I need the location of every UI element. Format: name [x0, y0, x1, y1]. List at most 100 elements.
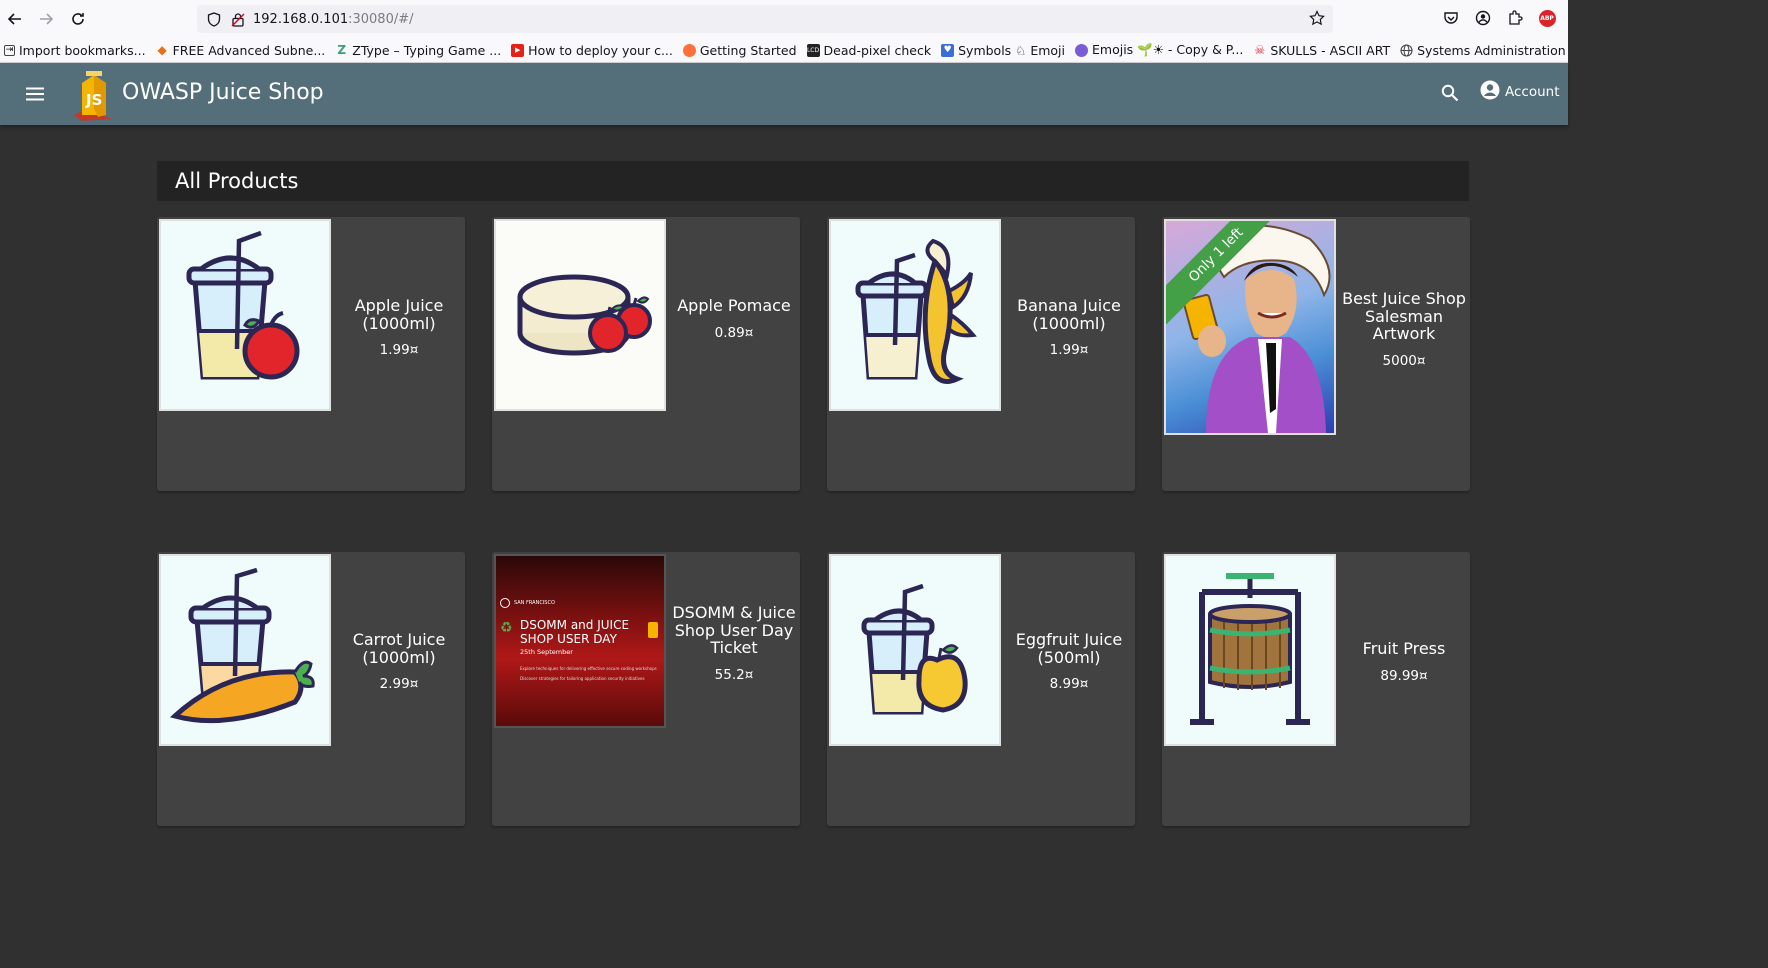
insecure-lock-icon[interactable]	[229, 10, 247, 28]
firefox-icon	[682, 43, 696, 57]
shield-icon[interactable]	[205, 10, 223, 28]
product-price: 1.99¤	[379, 342, 419, 358]
stock-badge: Only 1 left	[1166, 221, 1286, 325]
bookmark-item[interactable]: LCD Dead-pixel check	[806, 42, 932, 58]
globe-icon	[1400, 43, 1413, 57]
owasp-logo-icon	[500, 598, 510, 608]
product-card[interactable]: Eggfruit Juice (500ml) 8.99¤	[827, 552, 1135, 826]
svg-text:JS: JS	[85, 91, 102, 109]
product-card[interactable]: Fruit Press 89.99¤	[1162, 552, 1470, 826]
juice-shop-logo[interactable]: JS	[72, 69, 116, 121]
bookmark-label: SKULLS - ASCII ART	[1270, 42, 1391, 58]
bookmark-label: How to deploy your c...	[528, 42, 673, 58]
url-host: 192.168.0.101	[253, 11, 349, 27]
product-info: Banana Juice (1000ml) 1.99¤	[1005, 297, 1133, 358]
ticket-line-1: Explore techniques for delivering effect…	[520, 666, 657, 671]
bookmark-label: Systems Administration	[1417, 42, 1566, 58]
subnet-icon: ◆	[157, 43, 167, 57]
browser-extensions: ABP	[1440, 5, 1558, 31]
product-card[interactable]: Only 1 left Best Juice Shop Salesman Art…	[1162, 217, 1470, 491]
product-card[interactable]: Apple Juice (1000ml) 1.99¤	[157, 217, 465, 491]
bookmark-label: Emojis 🌱☀ - Copy & P...	[1092, 42, 1244, 57]
lcd-icon: LCD	[806, 43, 820, 57]
bookmark-item[interactable]: ⇥ Import bookmarks...	[4, 43, 146, 58]
section-header: All Products	[157, 161, 1469, 201]
adblock-plus-icon[interactable]: ABP	[1536, 5, 1558, 31]
browser-toolbar: 192.168.0.101:30080/#/ ABP	[0, 0, 1568, 38]
product-card[interactable]: Carrot Juice (1000ml) 2.99¤	[157, 552, 465, 826]
carrot-juice-image[interactable]	[159, 554, 331, 746]
stock-badge-wrapper: Only 1 left	[1166, 221, 1286, 341]
ticket-header: SAN FRANCISCO	[500, 598, 555, 608]
bookmark-item[interactable]: ☠ SKULLS - ASCII ART	[1253, 43, 1390, 58]
product-card[interactable]: Banana Juice (1000ml) 1.99¤	[827, 217, 1135, 491]
bookmark-star-icon[interactable]	[1309, 10, 1325, 30]
product-name: DSOMM & Juice Shop User Day Ticket	[672, 603, 796, 657]
product-name: Best Juice Shop Salesman Artwork	[1342, 289, 1466, 343]
import-icon: ⇥	[4, 44, 15, 56]
extensions-puzzle-icon[interactable]	[1504, 5, 1526, 31]
bookmark-label: ZType – Typing Game ...	[352, 42, 502, 58]
product-name: Apple Juice (1000ml)	[354, 296, 444, 333]
juice-shop-logo-icon	[648, 622, 658, 638]
product-info: DSOMM & Juice Shop User Day Ticket 55.2¤	[670, 604, 798, 683]
youtube-icon: ▶	[511, 43, 525, 57]
recycle-icon: ♻	[500, 620, 513, 636]
bookmark-label: Symbols ♘ Emoji	[958, 42, 1066, 58]
fruit-press-image[interactable]	[1164, 554, 1336, 746]
eggfruit-juice-image[interactable]	[829, 554, 1001, 746]
product-info: Carrot Juice (1000ml) 2.99¤	[335, 631, 463, 692]
bookmark-item[interactable]: ◆ FREE Advanced Subne...	[156, 42, 326, 58]
product-price: 2.99¤	[379, 676, 419, 692]
product-price: 8.99¤	[1049, 676, 1089, 692]
product-info: Best Juice Shop Salesman Artwork 5000¤	[1340, 290, 1468, 369]
banana-juice-image[interactable]	[829, 219, 1001, 411]
product-name: Eggfruit Juice (500ml)	[1015, 630, 1123, 667]
product-name: Fruit Press	[1362, 639, 1446, 658]
product-name: Banana Juice (1000ml)	[1017, 296, 1121, 333]
bookmark-item[interactable]: Emojis 🌱☀ - Copy & P...	[1075, 42, 1243, 58]
symbols-icon: ♥	[941, 43, 955, 57]
bookmark-item[interactable]: ♥ Symbols ♘ Emoji	[941, 43, 1065, 58]
salesman-artwork-image[interactable]: Only 1 left	[1164, 219, 1336, 435]
hamburger-menu-icon[interactable]	[20, 81, 50, 107]
product-info: Apple Juice (1000ml) 1.99¤	[335, 297, 463, 358]
reload-icon[interactable]	[63, 4, 93, 34]
apple-pomace-image[interactable]	[494, 219, 666, 411]
product-name: Carrot Juice (1000ml)	[352, 630, 446, 667]
pocket-icon[interactable]	[1440, 5, 1462, 31]
product-card[interactable]: Apple Pomace 0.89¤	[492, 217, 800, 491]
forward-arrow-icon[interactable]	[31, 4, 61, 34]
app-title[interactable]: OWASP Juice Shop	[122, 80, 324, 105]
url-path: :30080/#/	[348, 11, 414, 27]
address-bar[interactable]: 192.168.0.101:30080/#/	[197, 5, 1333, 33]
search-icon[interactable]	[1438, 81, 1462, 105]
bookmark-item[interactable]: Z ZType – Typing Game ...	[335, 43, 501, 58]
bookmark-label: Import bookmarks...	[19, 42, 146, 58]
ticket-date: 25th September	[520, 648, 573, 656]
ticket-title: DSOMM and JUICE SHOP USER DAY	[520, 618, 630, 646]
product-price: 89.99¤	[1380, 667, 1428, 684]
bookmark-item[interactable]: Getting Started	[682, 43, 797, 58]
account-circle-icon[interactable]	[1472, 5, 1494, 31]
bookmark-item[interactable]: ▶ How to deploy your c...	[511, 43, 673, 58]
bookmark-item[interactable]: Systems Administration	[1400, 43, 1566, 58]
app-toolbar: JS OWASP Juice Shop Account	[0, 63, 1568, 125]
product-card[interactable]: SAN FRANCISCO ♻ DSOMM and JUICE SHOP USE…	[492, 552, 800, 826]
product-price: 55.2¤	[714, 666, 754, 683]
bookmark-label: Dead-pixel check	[823, 42, 932, 58]
account-label: Account	[1505, 84, 1560, 100]
back-arrow-icon[interactable]	[0, 4, 30, 34]
apple-juice-image[interactable]	[159, 219, 331, 411]
product-price: 5000¤	[1382, 352, 1426, 369]
account-button[interactable]: Account	[1480, 80, 1560, 104]
ztype-icon: Z	[337, 43, 347, 57]
skull-icon: ☠	[1254, 43, 1266, 57]
bookmark-label: FREE Advanced Subne...	[172, 42, 326, 58]
dsomm-ticket-image[interactable]: SAN FRANCISCO ♻ DSOMM and JUICE SHOP USE…	[494, 554, 666, 728]
product-info: Eggfruit Juice (500ml) 8.99¤	[1005, 631, 1133, 692]
bookmarks-bar: ⇥ Import bookmarks... ◆ FREE Advanced Subn…	[0, 38, 1568, 63]
product-name: Apple Pomace	[677, 296, 791, 315]
product-info: Apple Pomace 0.89¤	[670, 297, 798, 341]
account-circle-icon	[1480, 80, 1500, 104]
